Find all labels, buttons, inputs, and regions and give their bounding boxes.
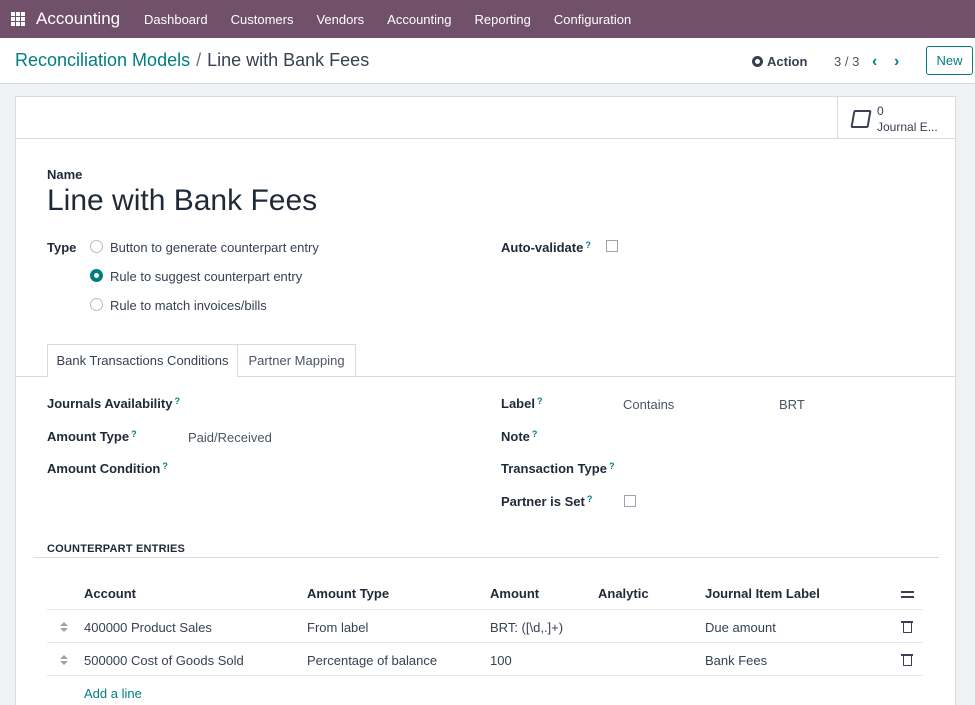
help-icon[interactable]: ? (174, 396, 180, 406)
type-option-match-label: Rule to match invoices/bills (110, 298, 267, 313)
name-field[interactable]: Line with Bank Fees (47, 184, 317, 218)
label-field-label: Label? (501, 396, 542, 411)
journals-availability-label: Journals Availability? (47, 396, 180, 411)
row-1-amount-type[interactable]: From label (307, 620, 368, 635)
row-2-amount[interactable]: 100 (490, 653, 512, 668)
column-header-amount[interactable]: Amount (490, 586, 539, 601)
menu-configuration[interactable]: Configuration (554, 12, 631, 27)
note-label: Note? (501, 429, 537, 444)
menu-accounting[interactable]: Accounting (387, 12, 451, 27)
menu-dashboard[interactable]: Dashboard (144, 12, 208, 27)
action-label: Action (767, 54, 808, 69)
row-2-amount-type[interactable]: Percentage of balance (307, 653, 437, 668)
amount-type-field[interactable]: Paid/Received (188, 430, 272, 445)
chevron-right-icon[interactable]: › (894, 53, 899, 71)
note-text: Note (501, 429, 530, 444)
tab-partner-mapping[interactable]: Partner Mapping (237, 344, 356, 377)
row-1-amount[interactable]: BRT: ([\d,.]+) (490, 620, 563, 635)
help-icon[interactable]: ? (532, 429, 538, 439)
partner-is-set-label: Partner is Set? (501, 494, 592, 509)
drag-handle-icon[interactable] (60, 622, 68, 632)
drag-handle-icon[interactable] (60, 655, 68, 665)
gear-icon (752, 56, 763, 67)
label-operator-select[interactable]: Contains (623, 397, 674, 412)
amount-type-text: Amount Type (47, 429, 130, 444)
menu-customers[interactable]: Customers (231, 12, 294, 27)
column-header-amount-type[interactable]: Amount Type (307, 586, 389, 601)
breadcrumb-current: Line with Bank Fees (207, 50, 370, 70)
help-icon[interactable]: ? (537, 396, 543, 406)
partner-is-set-checkbox[interactable] (624, 495, 636, 507)
help-icon[interactable]: ? (587, 494, 593, 504)
row-divider (47, 675, 923, 676)
app-name[interactable]: Accounting (36, 9, 120, 29)
label-value-field[interactable]: BRT (779, 397, 805, 412)
button-box (15, 96, 956, 139)
apps-menu-icon[interactable] (11, 12, 25, 26)
breadcrumb-parent[interactable]: Reconciliation Models (15, 50, 190, 70)
row-divider (47, 642, 923, 643)
type-option-button-label: Button to generate counterpart entry (110, 240, 319, 255)
type-option-suggest-label: Rule to suggest counterpart entry (110, 269, 303, 284)
optional-columns-icon[interactable] (901, 589, 914, 599)
type-radio-button[interactable] (90, 240, 103, 253)
row-divider (47, 609, 923, 610)
breadcrumb-separator: / (196, 50, 202, 70)
trash-icon[interactable] (901, 654, 913, 666)
column-header-analytic[interactable]: Analytic (598, 586, 649, 601)
row-2-account[interactable]: 500000 Cost of Goods Sold (84, 653, 244, 668)
trash-icon[interactable] (901, 621, 913, 633)
column-header-account[interactable]: Account (84, 586, 136, 601)
type-radio-suggest[interactable] (90, 269, 103, 282)
pager-value[interactable]: 3 / 3 (834, 54, 859, 69)
amount-type-label: Amount Type? (47, 429, 137, 444)
row-2-journal-item-label[interactable]: Bank Fees (705, 653, 767, 668)
transaction-type-label: Transaction Type? (501, 461, 614, 476)
type-label: Type (47, 240, 77, 255)
breadcrumb: Reconciliation Models / Line with Bank Fee… (15, 50, 369, 71)
row-1-account[interactable]: 400000 Product Sales (84, 620, 212, 635)
new-button[interactable]: New (926, 46, 973, 75)
amount-condition-label: Amount Condition? (47, 461, 168, 476)
main-menu: Dashboard Customers Vendors Accounting R… (144, 12, 654, 27)
tab-bank-transactions-conditions[interactable]: Bank Transactions Conditions (47, 344, 238, 377)
smart-button-label: Journal E... (877, 120, 938, 134)
counterpart-entries-title: COUNTERPART ENTRIES (47, 543, 186, 555)
auto-validate-checkbox[interactable] (606, 240, 618, 252)
name-label: Name (47, 167, 83, 182)
auto-validate-text: Auto-validate (501, 240, 584, 255)
row-1-journal-item-label[interactable]: Due amount (705, 620, 776, 635)
smart-button-count: 0 (877, 104, 884, 118)
menu-reporting[interactable]: Reporting (475, 12, 531, 27)
journals-availability-text: Journals Availability (47, 396, 173, 411)
amount-condition-text: Amount Condition (47, 461, 161, 476)
auto-validate-label: Auto-validate? (501, 240, 591, 255)
add-line-link[interactable]: Add a line (84, 686, 142, 701)
section-divider (33, 557, 939, 558)
chevron-left-icon[interactable]: ‹ (872, 53, 877, 71)
help-icon[interactable]: ? (162, 461, 168, 471)
book-icon (850, 110, 872, 128)
help-icon[interactable]: ? (131, 429, 137, 439)
partner-is-set-text: Partner is Set (501, 494, 585, 509)
help-icon[interactable]: ? (585, 240, 591, 250)
column-header-journal-item-label[interactable]: Journal Item Label (705, 586, 820, 601)
help-icon[interactable]: ? (609, 461, 615, 471)
action-menu-button[interactable]: Action (752, 54, 807, 69)
transaction-type-text: Transaction Type (501, 461, 607, 476)
label-field-text: Label (501, 396, 535, 411)
menu-vendors[interactable]: Vendors (316, 12, 364, 27)
type-radio-match[interactable] (90, 298, 103, 311)
